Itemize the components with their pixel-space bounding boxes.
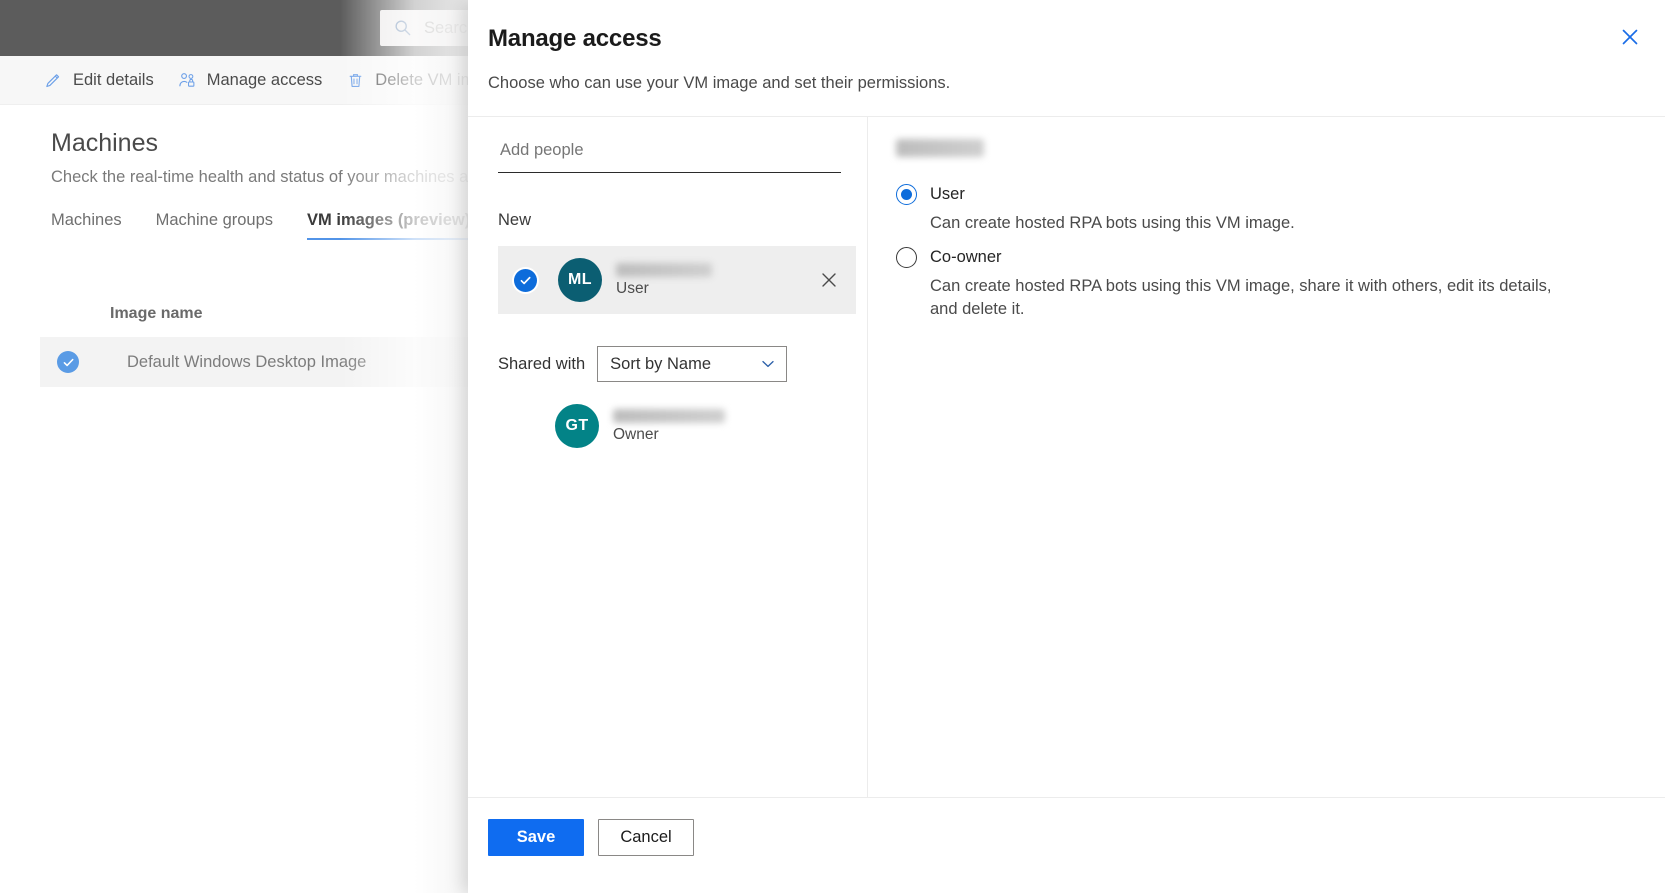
selected-person-name bbox=[896, 139, 984, 157]
dialog-header: Manage access Choose who can use your VM… bbox=[468, 0, 1665, 94]
new-section-label: New bbox=[498, 211, 532, 229]
trash-icon bbox=[349, 73, 362, 87]
edit-details-button[interactable]: Edit details bbox=[44, 71, 154, 90]
shared-with-label: Shared with bbox=[498, 354, 586, 373]
radio-option-co-owner[interactable]: Co-owner bbox=[896, 247, 1625, 268]
person-name bbox=[616, 262, 712, 277]
radio-option-user[interactable]: User bbox=[896, 184, 1625, 205]
chevron-down-icon bbox=[762, 360, 774, 368]
list-item[interactable]: GT Owner bbox=[555, 404, 837, 448]
people-pane: New ML User bbox=[468, 117, 868, 797]
close-button[interactable] bbox=[1609, 16, 1651, 58]
page-subtitle: Check the real-time health and status of… bbox=[51, 168, 487, 186]
page-title: Machines bbox=[51, 129, 158, 157]
check-icon bbox=[63, 358, 73, 366]
tab-vm-images[interactable]: VM images (preview) bbox=[290, 211, 487, 240]
person-selected-checkbox[interactable] bbox=[514, 268, 537, 292]
manage-access-button[interactable]: Manage access bbox=[178, 70, 323, 90]
tab-machine-groups[interactable]: Machine groups bbox=[139, 211, 290, 240]
pencil-icon bbox=[46, 73, 60, 87]
permissions-pane: User Can create hosted RPA bots using th… bbox=[868, 117, 1665, 797]
radio-icon bbox=[896, 184, 917, 205]
remove-person-button[interactable] bbox=[816, 267, 842, 293]
permission-radio-group: User Can create hosted RPA bots using th… bbox=[896, 184, 1625, 321]
close-icon bbox=[822, 273, 836, 287]
avatar: ML bbox=[558, 258, 602, 302]
radio-option-co-owner-description: Can create hosted RPA bots using this VM… bbox=[930, 277, 1552, 318]
edit-details-label: Edit details bbox=[73, 70, 154, 89]
row-selected-checkmark-icon[interactable] bbox=[57, 351, 79, 373]
save-button[interactable]: Save bbox=[488, 819, 584, 856]
sort-dropdown[interactable]: Sort by Name bbox=[597, 346, 788, 382]
dialog-body: New ML User bbox=[468, 116, 1665, 797]
person-role: Owner bbox=[613, 425, 659, 443]
people-lock-icon bbox=[179, 72, 195, 87]
dialog-subtitle: Choose who can use your VM image and set… bbox=[488, 74, 951, 92]
row-image-name: Default Windows Desktop Image bbox=[127, 352, 367, 371]
column-header-image-name: Image name bbox=[110, 305, 203, 322]
manage-access-label: Manage access bbox=[206, 70, 323, 89]
close-icon bbox=[1622, 29, 1638, 45]
cancel-button[interactable]: Cancel bbox=[598, 819, 694, 856]
radio-option-user-label: User bbox=[930, 185, 965, 203]
radio-option-user-description: Can create hosted RPA bots using this VM… bbox=[930, 214, 1295, 232]
dialog-title: Manage access bbox=[488, 25, 662, 52]
avatar-initials: GT bbox=[565, 417, 589, 434]
avatar-initials: ML bbox=[568, 271, 592, 288]
add-people-input[interactable] bbox=[498, 135, 841, 173]
radio-option-co-owner-label: Co-owner bbox=[930, 248, 1002, 266]
person-name bbox=[613, 408, 725, 423]
shared-with-row: Shared with Sort by Name bbox=[498, 346, 837, 382]
list-item[interactable]: ML User bbox=[498, 246, 856, 314]
search-icon bbox=[395, 20, 411, 36]
person-info: User bbox=[616, 262, 712, 298]
person-role: User bbox=[616, 279, 649, 297]
sort-dropdown-value: Sort by Name bbox=[610, 354, 712, 373]
avatar: GT bbox=[555, 404, 599, 448]
person-info: Owner bbox=[613, 408, 725, 444]
tab-machines[interactable]: Machines bbox=[51, 211, 139, 240]
dialog-footer: Save Cancel bbox=[468, 797, 1665, 893]
manage-access-dialog: Manage access Choose who can use your VM… bbox=[468, 0, 1665, 893]
radio-icon bbox=[896, 247, 917, 268]
page-tabs: Machines Machine groups VM images (previ… bbox=[51, 211, 487, 240]
screen: Search Edit details Manage access Delete… bbox=[0, 0, 1665, 893]
check-icon bbox=[520, 276, 531, 284]
